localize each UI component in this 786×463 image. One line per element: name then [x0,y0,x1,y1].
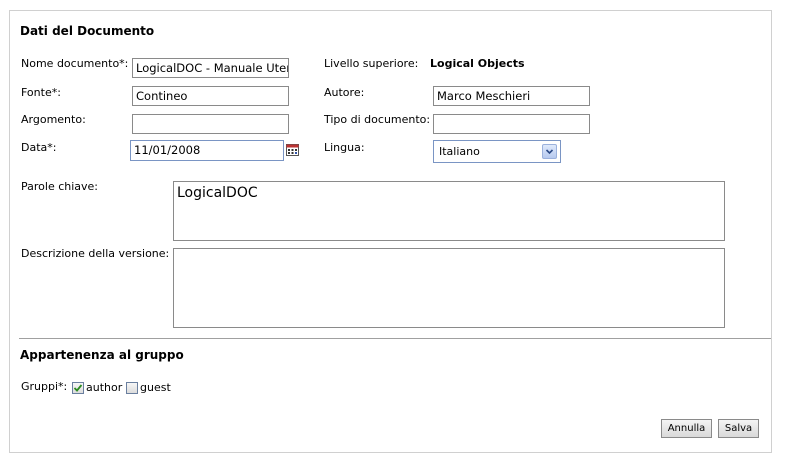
date-input[interactable]: 11/01/2008 [130,140,284,161]
parent-level-value: Logical Objects [430,57,525,70]
section-title-document: Dati del Documento [20,24,155,38]
author-label: Autore: [324,86,365,99]
author-group-checkbox[interactable] [72,382,84,394]
language-label: Lingua: [324,141,365,154]
cancel-button[interactable]: Annulla [661,419,712,438]
guest-group-label[interactable]: guest [140,381,171,394]
document-name-input[interactable]: LogicalDOC - Manuale Utente [132,58,289,78]
calendar-icon[interactable] [286,144,299,156]
groups-label: Gruppi*: [21,380,68,393]
source-input[interactable]: Contineo [132,86,289,106]
keywords-textarea[interactable]: LogicalDOC [173,181,725,241]
section-title-groups: Appartenenza al gruppo [20,348,184,362]
version-description-label: Descrizione della versione: [21,247,170,260]
chevron-down-icon[interactable] [542,144,557,159]
section-divider [19,338,771,339]
subject-input[interactable] [132,114,289,134]
date-label: Data*: [21,141,57,154]
language-selected: Italiano [439,145,480,158]
document-panel: Dati del Documento Nome documento*: Logi… [9,10,772,453]
doc-type-input[interactable] [433,114,590,134]
name-label: Nome documento*: [21,57,129,70]
parent-level-label: Livello superiore: [324,57,419,70]
source-label: Fonte*: [21,86,61,99]
subject-label: Argomento: [21,113,86,126]
checkmark-icon [73,384,83,392]
keywords-label: Parole chiave: [21,180,99,193]
version-description-textarea[interactable] [173,248,725,328]
language-select[interactable]: Italiano [433,140,561,163]
save-button[interactable]: Salva [718,419,759,438]
author-input[interactable]: Marco Meschieri [433,86,590,106]
doc-type-label: Tipo di documento: [324,113,431,126]
author-group-label[interactable]: author [86,381,122,394]
guest-group-checkbox[interactable] [126,382,138,394]
